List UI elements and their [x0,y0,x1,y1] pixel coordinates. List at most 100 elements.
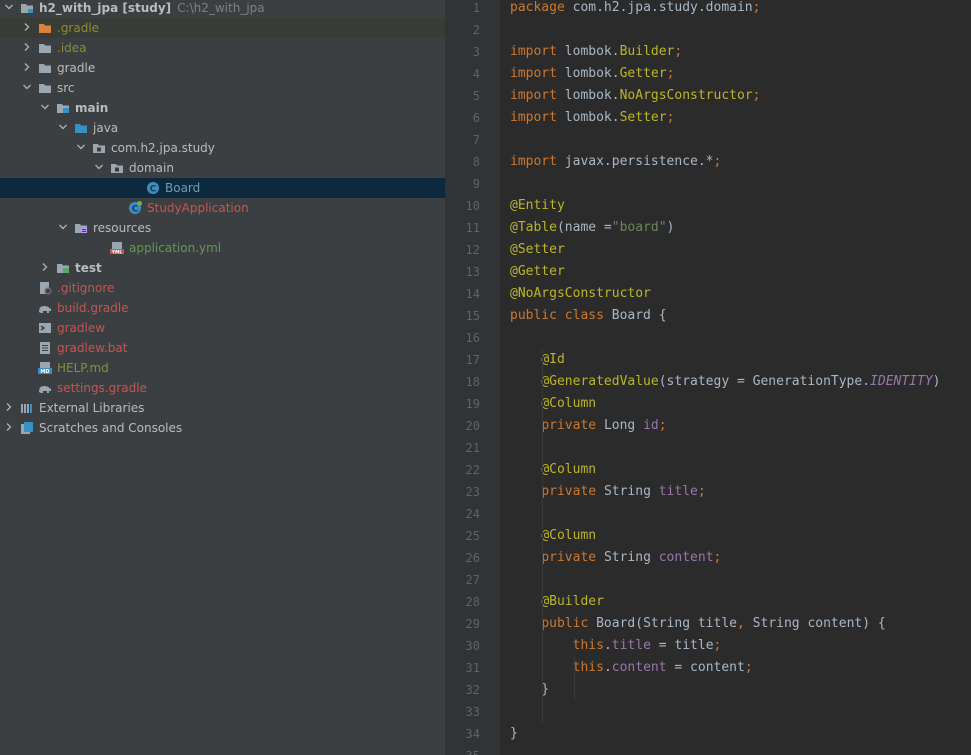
code-token: @Id [541,352,565,367]
markdown-file-icon: MD [38,361,52,375]
chevron-down-icon[interactable] [4,0,16,18]
line-number: 16 [465,331,480,345]
tree-item-label: application.yml [129,241,222,255]
code-token: @Column [541,396,597,411]
code-line[interactable]: @GeneratedValue(strategy = GenerationTyp… [510,371,941,393]
tree-item[interactable]: settings.gradle [0,378,445,398]
chevron-right-icon[interactable] [4,418,16,438]
code-line[interactable]: @Column [510,393,596,415]
code-line[interactable]: import lombok.Setter; [510,107,674,129]
code-token: = content [666,660,745,675]
code-token: import [510,154,565,169]
code-token: public class [510,308,612,323]
code-line[interactable]: @NoArgsConstructor [510,283,651,305]
tree-item[interactable]: resources [0,218,445,238]
code-token: Getter [619,66,667,81]
gitignore-file-icon [38,281,52,295]
code-line[interactable]: private String title; [510,481,705,503]
code-token: (name = [556,220,612,235]
code-line[interactable]: @Column [510,525,596,547]
chevron-down-icon[interactable] [76,138,88,158]
chevron-right-icon[interactable] [4,398,16,418]
code-line[interactable]: } [510,679,549,701]
folder-blue-icon [74,121,88,135]
line-number: 24 [465,507,480,521]
tree-item[interactable]: java [0,118,445,138]
code-line[interactable]: package com.h2.jpa.study.domain; [510,0,760,19]
tree-item[interactable]: src [0,78,445,98]
tree-item[interactable]: domain [0,158,445,178]
folder-icon [38,81,52,95]
line-number: 19 [465,397,480,411]
code-line[interactable]: @Entity [510,195,565,217]
tree-item[interactable]: .gitignore [0,278,445,298]
code-line[interactable]: import lombok.Builder; [510,41,682,63]
tree-item[interactable]: YML application.yml [0,238,445,258]
tree-item[interactable]: gradlew.bat [0,338,445,358]
tree-item[interactable]: gradlew [0,318,445,338]
chevron-right-icon[interactable] [22,38,34,58]
chevron-down-icon[interactable] [58,118,70,138]
chevron-down-icon[interactable] [94,158,106,178]
tree-item[interactable]: gradle [0,58,445,78]
code-token: (strategy = GenerationType. [658,374,871,389]
code-line[interactable]: public class Board { [510,305,667,327]
code-line[interactable]: @Setter [510,239,565,261]
line-number: 7 [472,133,480,147]
code-line[interactable]: @Table(name ="board") [510,217,674,239]
tree-item[interactable]: .idea [0,38,445,58]
tree-item[interactable]: Scratches and Consoles [0,418,445,438]
chevron-right-icon[interactable] [22,18,34,38]
code-line[interactable]: @Builder [510,591,604,613]
tree-item[interactable]: C Board [0,178,445,198]
tree-item-label: settings.gradle [57,381,147,395]
code-line[interactable]: this.content = content; [510,657,753,679]
line-number: 6 [472,111,480,125]
tree-item[interactable]: h2_with_jpa [study] C:\h2_with_jpa [0,0,445,18]
tree-item[interactable]: .gradle [0,18,445,38]
code-token: lombok. [564,88,620,103]
tree-item[interactable]: com.h2.jpa.study [0,138,445,158]
chevron-down-icon[interactable] [22,78,34,98]
code-token: title [658,484,698,499]
code-token: @Setter [510,242,565,257]
code-line[interactable]: import javax.persistence.*; [510,151,721,173]
line-number: 25 [465,529,480,543]
tree-item[interactable]: build.gradle [0,298,445,318]
tree-item[interactable]: test [0,258,445,278]
line-number: 28 [465,595,480,609]
tree-item[interactable]: main [0,98,445,118]
chevron-right-icon[interactable] [22,58,34,78]
tree-item[interactable]: External Libraries [0,398,445,418]
package-icon [92,141,106,155]
class-icon: C [146,181,160,195]
code-token: private [541,484,604,499]
tree-item-label: Scratches and Consoles [39,421,183,435]
code-token: String content) { [752,616,886,631]
code-token: ) [932,374,941,389]
tree-item[interactable]: MD HELP.md [0,358,445,378]
chevron-down-icon[interactable] [40,98,52,118]
code-line[interactable]: public Board(String title, String conten… [510,613,886,635]
code-token: NoArgsConstructor [619,88,753,103]
tree-item-label: h2_with_jpa [study] C:\h2_with_jpa [39,1,265,15]
chevron-right-icon[interactable] [40,258,52,278]
folder-orange-icon [38,21,52,35]
code-line[interactable]: @Column [510,459,596,481]
code-line[interactable]: } [510,723,518,745]
code-line[interactable]: @Id [510,349,565,371]
code-token: @Builder [541,594,604,609]
code-line[interactable]: import lombok.Getter; [510,63,674,85]
code-line[interactable]: @Getter [510,261,565,283]
chevron-down-icon[interactable] [58,218,70,238]
tree-item-label: test [75,261,102,275]
gradle-elephant-icon [38,381,52,395]
line-number: 30 [465,639,480,653]
code-token: = title [650,638,714,653]
tree-item[interactable]: C StudyApplication [0,198,445,218]
code-token: ; [666,66,675,81]
code-editor[interactable]: package com.h2.jpa.study.domain; import l… [500,0,971,755]
code-token: lombok. [564,110,620,125]
code-line[interactable]: private Long id; [510,415,666,437]
code-line[interactable]: import lombok.NoArgsConstructor; [510,85,760,107]
